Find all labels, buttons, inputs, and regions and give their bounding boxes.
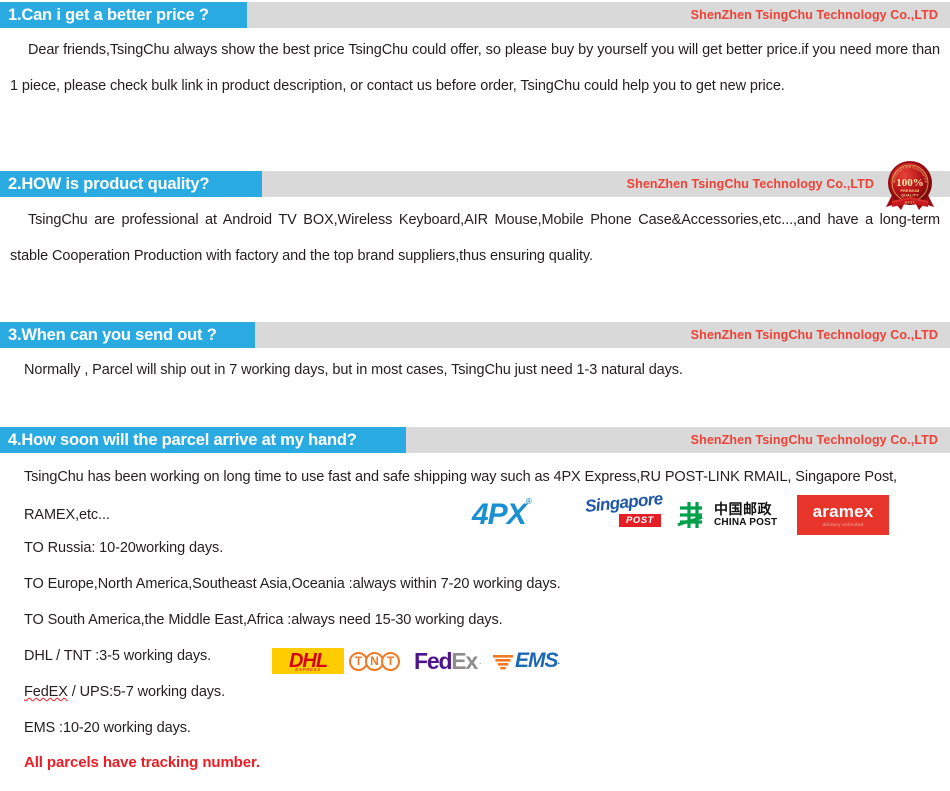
singapore-post-badge: POST [619, 514, 661, 527]
svg-text:PREMIUM: PREMIUM [900, 189, 919, 193]
section-body-3: Normally , Parcel will ship out in 7 wor… [24, 352, 934, 388]
svg-text:QUALITY: QUALITY [901, 194, 919, 198]
4px-logo: 4PX ® [472, 495, 532, 535]
section-header-2: 2.HOW is product quality? ShenZhen Tsing… [0, 171, 950, 197]
section-header-3: 3.When can you send out ? ShenZhen Tsing… [0, 322, 950, 348]
section-heading-4: 4.How soon will the parcel arrive at my … [0, 427, 406, 453]
aramex-logo-text: aramex [812, 501, 874, 521]
section-body-1: Dear friends,TsingChu always show the be… [10, 32, 940, 104]
section-body-2: TsingChu are professional at Android TV … [10, 202, 940, 274]
section-body-4-europe: TO Europe,North America,Southeast Asia,O… [24, 566, 904, 602]
fedex-logo: Fed Ex . [414, 647, 482, 674]
section-body-4-fedex-rest: / UPS:5-7 working days. [67, 684, 226, 700]
section-body-4-fedex-word: FedEX [24, 684, 68, 700]
tracking-number-note-text: All parcels have tracking number. [24, 754, 260, 771]
section-body-4-ems-text: EMS :10-20 working days. [24, 720, 191, 736]
aramex-tagline: delivery unlimited [822, 521, 864, 527]
tracking-number-note: All parcels have tracking number. [24, 745, 524, 781]
aramex-logo: aramex delivery unlimited [797, 495, 889, 535]
ems-chevron-icon [493, 655, 513, 670]
section-body-4-russia-text: TO Russia: 10-20working days. [24, 540, 224, 556]
registered-mark-icon: ® [525, 497, 532, 506]
section-body-4-dhl-tnt-text: DHL / TNT :3-5 working days. [24, 648, 212, 664]
singapore-post-script: Singapore [584, 488, 664, 517]
section-heading-1: 1.Can i get a better price ? [0, 2, 247, 28]
china-post-mark-icon [677, 502, 703, 528]
ems-period-icon: . [557, 656, 561, 666]
company-label-2: ShenZhen TsingChu Technology Co.,LTD [626, 177, 874, 191]
ems-logo: EMS . [492, 648, 560, 674]
section-header-1: 1.Can i get a better price ? ShenZhen Ts… [0, 2, 950, 28]
section-body-4-southamerica-text: TO South America,the Middle East,Africa … [24, 612, 503, 628]
section-heading-2: 2.HOW is product quality? [0, 171, 262, 197]
svg-text:100%: 100% [896, 177, 924, 189]
ems-logo-text: EMS [515, 649, 559, 672]
dhl-logo-sub: EXPRESS [295, 667, 321, 672]
section-body-3-text: Normally , Parcel will ship out in 7 wor… [24, 362, 683, 378]
tnt-logo: T N T [349, 650, 400, 672]
section-body-4-europe-text: TO Europe,North America,Southeast Asia,O… [24, 576, 561, 592]
section-body-4-russia: TO Russia: 10-20working days. [24, 530, 904, 566]
china-post-en: CHINA POST [714, 516, 778, 528]
section-body-2-text: TsingChu are professional at Android TV … [10, 212, 940, 264]
section-body-4-southamerica: TO South America,the Middle East,Africa … [24, 602, 904, 638]
section-body-4-ems: EMS :10-20 working days. [24, 710, 424, 746]
section-body-1-text: Dear friends,TsingChu always show the be… [10, 42, 940, 94]
4px-logo-text: 4PX [472, 498, 527, 531]
company-label-4: ShenZhen TsingChu Technology Co.,LTD [690, 433, 938, 447]
dhl-logo: DHL EXPRESS [272, 648, 344, 674]
china-post-cn: 中国邮政 [714, 501, 772, 518]
fedex-logo-part2: Ex [451, 647, 478, 674]
faq-page: 1.Can i get a better price ? ShenZhen Ts… [0, 0, 950, 791]
company-label-1: ShenZhen TsingChu Technology Co.,LTD [690, 8, 938, 22]
company-label-3: ShenZhen TsingChu Technology Co.,LTD [690, 328, 938, 342]
fedex-registered-mark-icon: . [479, 656, 482, 666]
china-post-text: 中国邮政 CHINA POST [714, 502, 777, 528]
tnt-letter-3: T [381, 651, 400, 671]
section-body-4-fedex-ups: FedEX / UPS:5-7 working days. [24, 674, 424, 710]
fedex-logo-part1: Fed [414, 647, 453, 674]
section-header-4: 4.How soon will the parcel arrive at my … [0, 427, 950, 453]
section-heading-3: 3.When can you send out ? [0, 322, 255, 348]
